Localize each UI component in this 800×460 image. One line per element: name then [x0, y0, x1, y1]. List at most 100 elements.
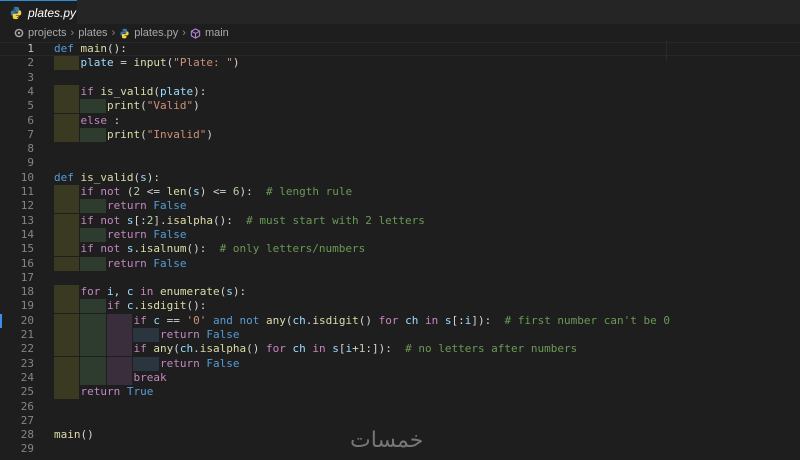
breadcrumb-plates-py[interactable]: plates.py — [119, 27, 178, 39]
code-token-control: if — [80, 84, 101, 98]
code-line[interactable]: 8 — [0, 142, 800, 156]
line-number: 19 — [20, 299, 34, 313]
code-token-operator: ): — [239, 185, 266, 198]
code-token-control: break — [133, 370, 167, 384]
tabbar-empty-area — [665, 0, 800, 24]
code-token-control: return — [159, 356, 207, 370]
code-line[interactable]: 19 if c.isdigit(): — [0, 299, 800, 314]
code-token-control: in — [133, 285, 160, 299]
code-token-ws — [54, 328, 160, 341]
code-token-operator: () — [80, 428, 94, 442]
code-token-operator: . — [193, 342, 200, 356]
code-token-function: print — [106, 127, 141, 141]
code-line[interactable]: 20 if c == '0' and not any(ch.isdigit() … — [0, 313, 800, 328]
code-token-operator: () — [246, 342, 266, 356]
code-token-ws — [54, 114, 81, 127]
code-line[interactable]: 18 for i, c in enumerate(s): — [0, 285, 800, 300]
code-text: if c.isdigit(): — [54, 299, 206, 313]
code-token-keyword: def — [54, 170, 81, 184]
code-line[interactable]: 2 plate = input("Plate: ") — [0, 56, 800, 71]
code-token-function: is_valid — [80, 170, 134, 184]
line-number: 18 — [20, 285, 34, 299]
line-number: 23 — [20, 356, 34, 370]
python-file-icon — [10, 6, 22, 19]
breadcrumb-label: plates — [78, 27, 108, 39]
code-line[interactable]: 7 print("Invalid") — [0, 127, 800, 142]
code-token-operator: (): — [107, 42, 127, 55]
python-file-icon — [120, 28, 129, 38]
code-text: return False — [54, 228, 186, 242]
code-line[interactable]: 12 return False — [0, 199, 800, 214]
breadcrumb-projects[interactable]: projects — [14, 27, 67, 39]
code-line[interactable]: 14 return False — [0, 227, 800, 242]
code-token-variable: ch — [292, 342, 313, 356]
line-number: 3 — [27, 70, 34, 84]
code-token-ws — [54, 257, 107, 270]
code-line[interactable]: 6 else : — [0, 113, 800, 128]
editor-scroll-edge — [666, 41, 667, 61]
code-token-operator: [: — [451, 313, 465, 327]
code-token-control: for — [378, 313, 406, 327]
code-token-control: return — [106, 256, 154, 270]
code-token-function: isalpha — [166, 213, 213, 227]
code-token-operator: () — [358, 313, 379, 327]
code-text: return False — [54, 328, 239, 342]
code-token-operator: (): — [186, 299, 207, 313]
breadcrumb: projects › plates › plates.py › main — [0, 24, 800, 42]
code-line[interactable]: 3 — [0, 71, 800, 85]
code-line[interactable]: 23 return False — [0, 356, 800, 371]
code-text: return True — [54, 385, 154, 399]
line-number: 15 — [20, 242, 34, 256]
code-line[interactable]: 16 return False — [0, 256, 800, 271]
code-token-control: in — [424, 313, 445, 327]
tab-plates-py[interactable]: plates.py — [0, 0, 77, 24]
code-token-operator: <= — [140, 185, 167, 198]
code-token-builtin_const: True — [126, 385, 154, 399]
code-line[interactable]: 15 if not s.isalnum(): # only letters/nu… — [0, 242, 800, 257]
code-line[interactable]: 1 def main(): — [0, 42, 800, 56]
code-text: if any(ch.isalpha() for ch in s[i+1:]): … — [54, 342, 577, 356]
code-text: return False — [54, 357, 239, 371]
code-token-operator: ) <= — [199, 185, 233, 198]
code-token-control: if — [133, 342, 154, 356]
code-line[interactable]: 9 — [0, 156, 800, 170]
code-token-builtin_const: False — [153, 256, 187, 270]
line-number: 27 — [20, 413, 34, 427]
line-number: 28 — [20, 428, 34, 442]
code-line[interactable]: 4 if is_valid(plate): — [0, 84, 800, 99]
code-line[interactable]: 5 print("Valid") — [0, 99, 800, 114]
code-token-operator: ): — [232, 285, 247, 299]
code-token-ws — [54, 299, 107, 312]
code-text: if not s.isalnum(): # only letters/numbe… — [54, 242, 366, 256]
code-token-ws — [54, 128, 107, 141]
line-number: 4 — [27, 84, 34, 98]
code-line[interactable]: 11 if not (2 <= len(s) <= 6): # length r… — [0, 185, 800, 199]
code-line[interactable]: 25 return True — [0, 385, 800, 400]
code-token-operator: ( — [140, 127, 147, 141]
code-line[interactable]: 26 — [0, 400, 800, 414]
code-line[interactable]: 21 return False — [0, 328, 800, 342]
code-line[interactable]: 27 — [0, 414, 800, 428]
code-line[interactable]: 13 if not s[:2].isalpha(): # must start … — [0, 213, 800, 228]
code-line[interactable]: 24 break — [0, 370, 800, 385]
code-token-operator: , — [113, 285, 127, 299]
code-token-operator: ]. — [153, 213, 167, 227]
code-text: if is_valid(plate): — [54, 84, 207, 99]
code-editor[interactable]: 1 def main(): 2 plate = input("Plate: ") 3 4… — [0, 41, 800, 460]
code-line[interactable]: 17 — [0, 271, 800, 285]
code-token-function: len — [166, 185, 187, 198]
line-number: 6 — [27, 113, 34, 127]
line-number: 22 — [20, 342, 34, 356]
code-text: if not s[:2].isalpha(): # must start wit… — [54, 214, 425, 228]
code-line[interactable]: 10 def is_valid(s): — [0, 171, 800, 185]
breadcrumb-main[interactable]: main — [190, 27, 229, 39]
code-token-control: if not — [80, 242, 127, 256]
code-token-function: main — [80, 42, 108, 55]
code-token-variable: s — [193, 185, 200, 198]
code-text: print("Invalid") — [54, 128, 213, 142]
code-token-operator: ( — [173, 342, 180, 356]
code-text: print("Valid") — [54, 99, 200, 113]
code-line[interactable]: 22 if any(ch.isalpha() for ch in s[i+1:]… — [0, 342, 800, 357]
breadcrumb-plates[interactable]: plates — [78, 27, 107, 39]
code-token-operator: ): — [193, 84, 207, 98]
